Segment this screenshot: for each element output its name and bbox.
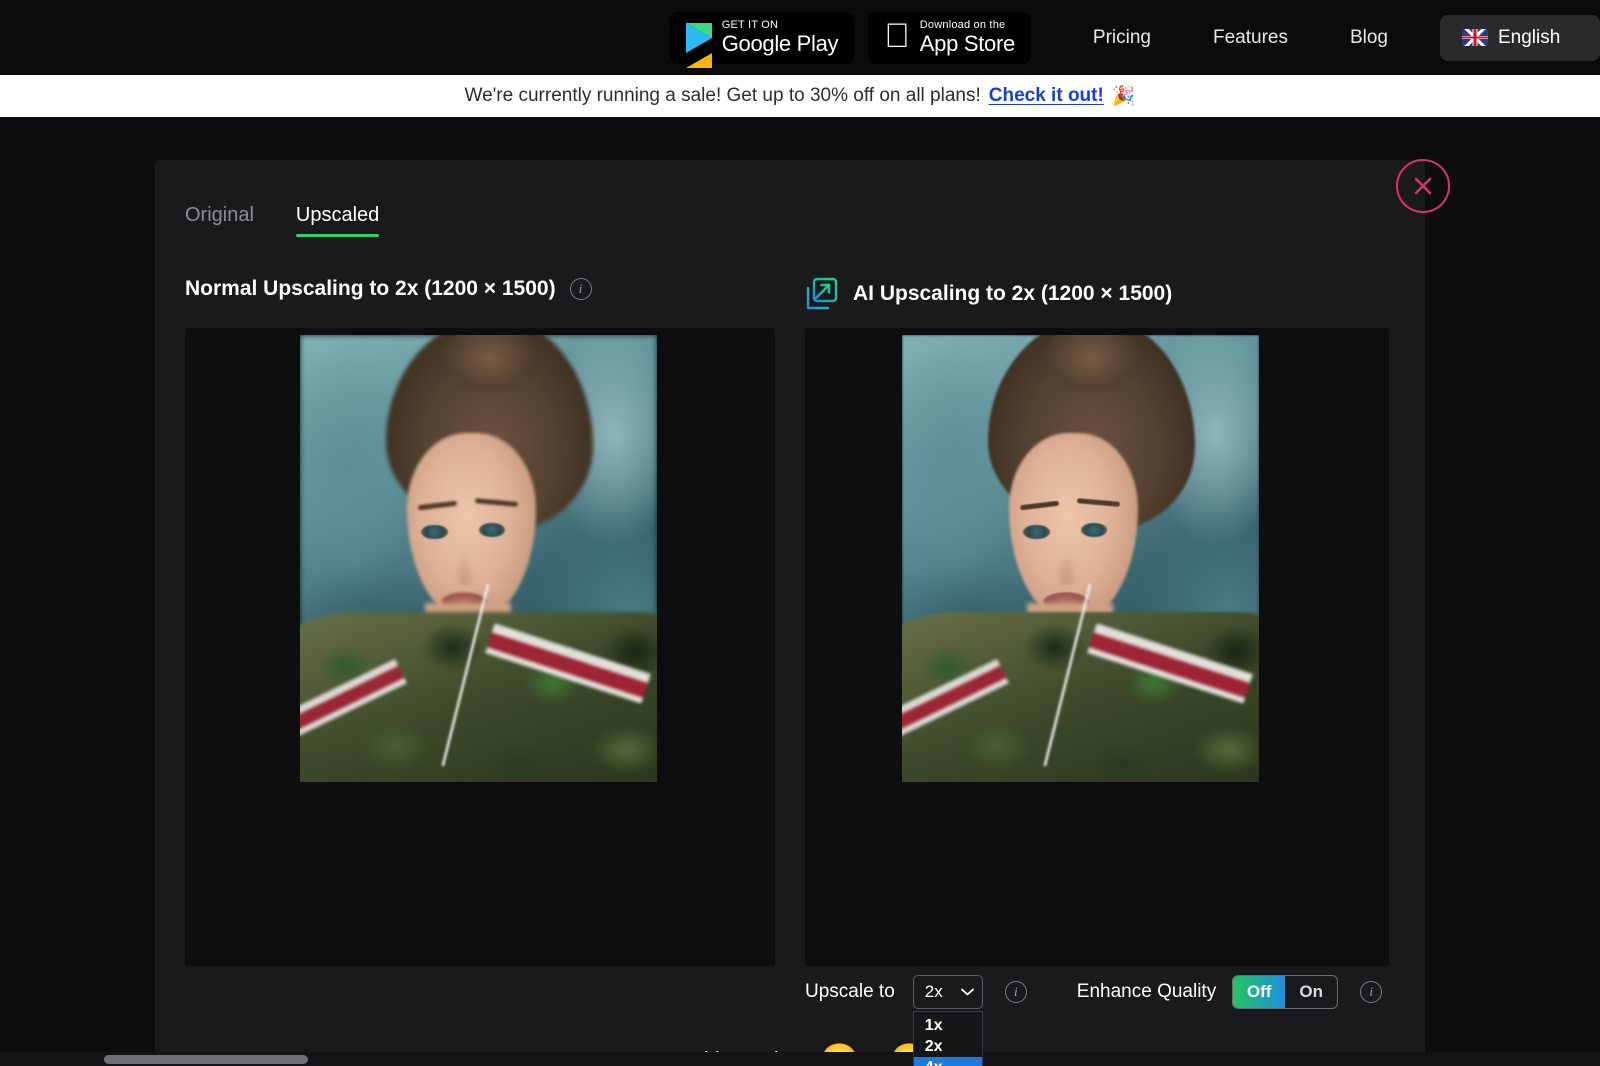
chevron-down-icon bbox=[960, 988, 974, 996]
normal-upscaling-title: Normal Upscaling to 2x (1200 × 1500) bbox=[185, 277, 556, 300]
apple-icon:  bbox=[884, 19, 910, 53]
sale-banner-text: We're currently running a sale! Get up t… bbox=[464, 85, 981, 106]
ai-upscaling-heading: AI Upscaling to 2x (1200 × 1500) bbox=[805, 277, 1172, 311]
enhance-quality-on-option[interactable]: On bbox=[1285, 976, 1337, 1008]
app-store-main-label: App Store bbox=[919, 30, 1015, 56]
upscale-option-4x[interactable]: 4x bbox=[913, 1057, 982, 1066]
google-play-main-label: Google Play bbox=[721, 30, 839, 56]
app-store-small-label: Download on the bbox=[919, 19, 1006, 32]
language-selector[interactable]: English bbox=[1440, 14, 1600, 61]
ai-upscale-icon bbox=[806, 277, 838, 310]
upscale-option-2x[interactable]: 2x bbox=[914, 1036, 982, 1057]
google-play-badge[interactable]: GET IT ON Google Play bbox=[669, 11, 855, 68]
ai-upscaled-image bbox=[902, 335, 1259, 782]
nav-link-blog[interactable]: Blog bbox=[1350, 27, 1388, 49]
app-store-badge[interactable]:  Download on the App Store bbox=[868, 11, 1031, 64]
horizontal-scrollbar[interactable] bbox=[0, 1052, 1600, 1066]
enhance-quality-label: Enhance Quality bbox=[1076, 981, 1217, 1002]
close-modal-button[interactable] bbox=[1396, 159, 1450, 213]
scrollbar-thumb[interactable] bbox=[104, 1055, 308, 1064]
upscale-select[interactable]: 2x bbox=[912, 975, 983, 1009]
ai-upscale-controls: Upscale to 2x 1x 2x 4x i Enhance Quality bbox=[805, 975, 1383, 1066]
nav-link-pricing[interactable]: Pricing bbox=[1093, 27, 1151, 49]
enhance-quality-off-option[interactable]: Off bbox=[1233, 976, 1286, 1008]
upscale-select-options: 1x 2x 4x bbox=[912, 1011, 983, 1066]
upscale-to-label: Upscale to bbox=[805, 981, 895, 1002]
sale-banner: We're currently running a sale! Get up t… bbox=[0, 75, 1600, 117]
enhance-quality-toggle: Off On bbox=[1232, 975, 1339, 1009]
page-body: Original Upscaled Normal Upscaling to 2x… bbox=[0, 117, 1600, 1066]
ai-upscaling-card: Download Image bbox=[805, 328, 1389, 966]
google-play-icon bbox=[685, 22, 712, 68]
upscale-select-wrapper: 2x 1x 2x 4x bbox=[912, 975, 983, 1066]
party-popper-icon: 🎉 bbox=[1111, 86, 1136, 107]
result-tabs: Original Upscaled bbox=[185, 204, 380, 237]
normal-upscaled-image bbox=[300, 335, 657, 782]
language-label: English bbox=[1498, 26, 1561, 48]
tab-upscaled[interactable]: Upscaled bbox=[295, 204, 380, 237]
close-icon bbox=[1414, 177, 1432, 195]
upscale-select-value: 2x bbox=[924, 982, 943, 1001]
upscale-result-modal: Original Upscaled Normal Upscaling to 2x… bbox=[155, 159, 1450, 1066]
ai-upscaling-title: AI Upscaling to 2x (1200 × 1500) bbox=[853, 282, 1173, 305]
upscale-option-1x[interactable]: 1x bbox=[914, 1015, 982, 1036]
uk-flag-icon bbox=[1462, 29, 1488, 46]
normal-upscaling-heading: Normal Upscaling to 2x (1200 × 1500) i bbox=[185, 277, 592, 301]
google-play-small-label: GET IT ON bbox=[721, 19, 779, 32]
normal-upscaling-card: Download Image bbox=[185, 328, 775, 966]
tab-original[interactable]: Original bbox=[185, 204, 254, 237]
nav-link-features[interactable]: Features bbox=[1213, 27, 1288, 49]
normal-upscaling-info-icon[interactable]: i bbox=[569, 278, 592, 300]
top-navigation-bar: GET IT ON Google Play  Download on the … bbox=[0, 0, 1600, 75]
enhance-quality-info-icon[interactable]: i bbox=[1360, 981, 1383, 1003]
upscale-info-icon[interactable]: i bbox=[1004, 981, 1027, 1003]
check-it-out-link[interactable]: Check it out! bbox=[989, 85, 1104, 107]
